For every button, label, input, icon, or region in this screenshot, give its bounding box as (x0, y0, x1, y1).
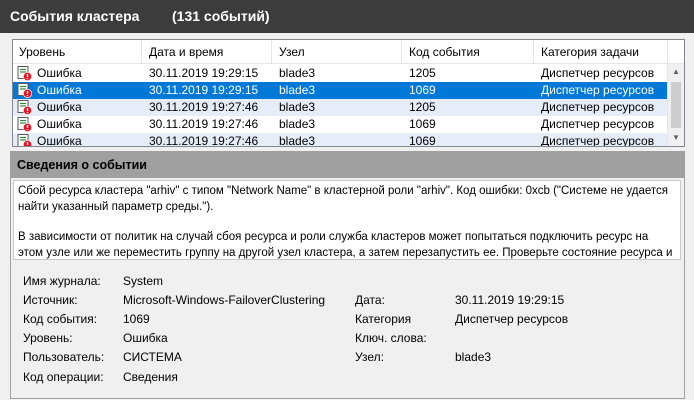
node-label: Узел: (355, 350, 384, 364)
events-table[interactable]: Уровень Дата и время Узел Код события Ка… (12, 39, 685, 147)
event-id-value: 1069 (123, 312, 150, 326)
cell-category: Диспетчер ресурсов (541, 117, 655, 131)
date-label: Дата: (355, 293, 385, 307)
node-value: blade3 (455, 350, 492, 364)
cell-node: blade3 (279, 83, 316, 97)
level-label: Уровень: (23, 331, 73, 345)
event-description[interactable]: Сбой ресурса кластера "arhiv" с типом "N… (13, 180, 681, 260)
cell-category: Диспетчер ресурсов (541, 66, 655, 80)
cell-node: blade3 (279, 117, 316, 131)
error-log-icon (17, 83, 32, 98)
user-label: Пользователь: (23, 350, 105, 364)
event-count: (131 событий) (172, 8, 270, 24)
user-value: СИСТЕМА (123, 350, 182, 364)
cell-level: Ошибка (37, 134, 82, 147)
task-category-value: Диспетчер ресурсов (455, 312, 569, 326)
column-header-category[interactable]: Категория задачи (535, 40, 675, 64)
scroll-up-arrow-icon[interactable]: ▲ (668, 64, 684, 80)
cell-level: Ошибка (37, 100, 82, 114)
event-properties: Имя журнала: System Источник: Microsoft-… (11, 264, 684, 398)
title-bar: События кластера (131 событий) (0, 0, 694, 33)
opcode-label: Код операции: (23, 370, 104, 384)
column-header-datetime[interactable]: Дата и время (143, 40, 271, 64)
table-row[interactable]: Ошибка 30.11.2019 19:27:46 blade3 1205 Диспе… (13, 99, 667, 116)
cell-category: Диспетчер ресурсов (541, 134, 655, 147)
error-log-icon (17, 66, 32, 81)
details-title: Сведения о событии (17, 158, 147, 172)
date-value: 30.11.2019 19:29:15 (455, 293, 565, 307)
cell-level: Ошибка (37, 83, 82, 97)
error-log-icon (17, 100, 32, 115)
cell-level: Ошибка (37, 117, 82, 131)
source-label: Источник: (23, 293, 78, 307)
column-header-node[interactable]: Узел (273, 40, 401, 64)
table-row[interactable]: Ошибка 30.11.2019 19:27:46 blade3 1069 Диспе… (13, 133, 667, 147)
event-id-label: Код события: (23, 312, 98, 326)
cell-event-id: 1069 (409, 83, 436, 97)
cell-event-id: 1205 (409, 100, 436, 114)
cell-level: Ошибка (37, 66, 82, 80)
log-name-value: System (123, 274, 164, 288)
cell-datetime: 30.11.2019 19:29:15 (149, 83, 259, 97)
level-value: Ошибка (123, 331, 168, 345)
keywords-label: Ключ. слова: (355, 331, 427, 345)
event-details-panel: Сведения о событии Сбой ресурса кластера… (10, 151, 685, 399)
log-name-label: Имя журнала: (23, 274, 101, 288)
table-row[interactable]: Ошибка 30.11.2019 19:29:15 blade3 1205 Диспе… (13, 65, 667, 82)
description-paragraph-2: В зависимости от политик на случай сбоя … (18, 231, 673, 259)
cell-datetime: 30.11.2019 19:27:46 (149, 134, 259, 147)
error-log-icon (17, 117, 32, 132)
scroll-thumb[interactable] (671, 82, 681, 128)
cell-node: blade3 (279, 66, 316, 80)
main-panel: Уровень Дата и время Узел Код события Ка… (0, 33, 694, 400)
cell-datetime: 30.11.2019 19:29:15 (149, 66, 259, 80)
cell-event-id: 1205 (409, 66, 436, 80)
scroll-down-arrow-icon[interactable]: ▼ (668, 130, 684, 146)
column-header-event-id[interactable]: Код события (403, 40, 533, 64)
column-header-level[interactable]: Уровень (13, 40, 141, 64)
table-row[interactable]: Ошибка 30.11.2019 19:27:46 blade3 1069 Диспе… (13, 116, 667, 133)
cell-category: Диспетчер ресурсов (541, 100, 655, 114)
cell-datetime: 30.11.2019 19:27:46 (149, 117, 259, 131)
cell-node: blade3 (279, 100, 316, 114)
task-category-label: Категория (355, 312, 412, 326)
cell-category: Диспетчер ресурсов (541, 83, 655, 97)
details-header: Сведения о событии (11, 152, 684, 178)
cell-event-id: 1069 (409, 134, 436, 147)
cell-event-id: 1069 (409, 117, 436, 131)
source-value: Microsoft-Windows-FailoverClustering (123, 293, 326, 307)
cell-node: blade3 (279, 134, 316, 147)
page-title: События кластера (10, 8, 140, 24)
error-log-icon (17, 134, 32, 146)
table-scrollbar[interactable]: ▲ ▼ (667, 64, 684, 146)
cell-datetime: 30.11.2019 19:27:46 (149, 100, 259, 114)
table-header: Уровень Дата и время Узел Код события Ка… (13, 40, 684, 64)
table-row[interactable]: Ошибка 30.11.2019 19:29:15 blade3 1069 Диспе… (13, 82, 667, 99)
opcode-value: Сведения (123, 370, 178, 384)
description-paragraph-1: Сбой ресурса кластера "arhiv" с типом "N… (18, 185, 669, 213)
